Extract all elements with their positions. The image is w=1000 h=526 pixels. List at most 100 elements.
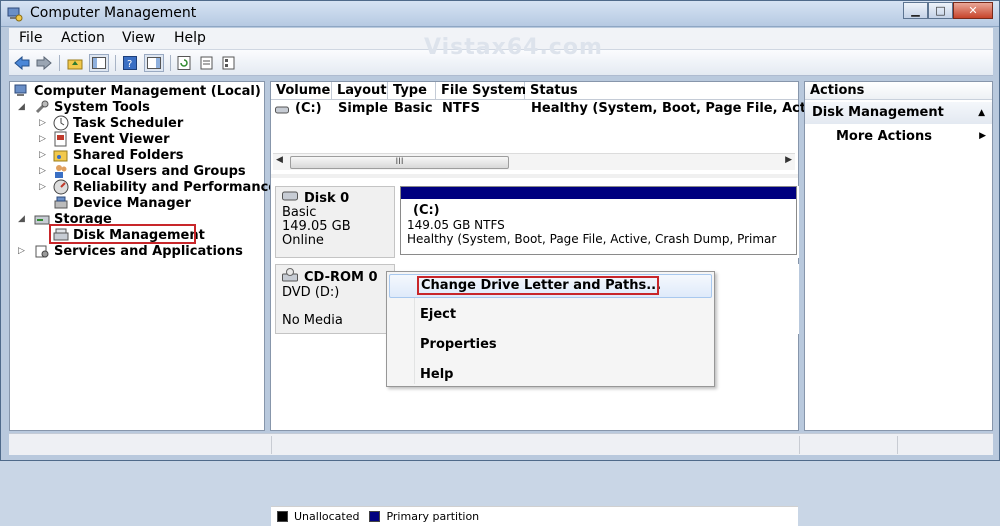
menu-item-properties[interactable]: Properties [389,333,712,357]
services-icon [34,243,50,259]
computer-management-icon [14,83,30,99]
tree-node-root[interactable]: Computer Management (Local) [14,83,261,99]
export-list-icon[interactable] [220,54,238,72]
file-system-cell: NTFS [442,101,480,116]
menu-file[interactable]: File [19,30,42,46]
tree-node-task-scheduler[interactable]: Task Scheduler [53,115,183,131]
cdrom-0-name: CD-ROM 0 [304,269,378,285]
column-header-type[interactable]: Type [388,82,436,100]
status-divider [799,436,800,454]
cdrom-0-drive: DVD (D:) [282,285,340,300]
legend-primary: Primary partition [386,510,480,523]
more-actions-item[interactable]: More Actions [836,129,932,144]
event-viewer-icon [53,131,69,147]
toolbar-separator [59,55,60,71]
tree-node-reliability[interactable]: Reliability and Performance [53,179,277,195]
tools-icon [34,99,50,115]
tree-node-system-tools[interactable]: System Tools [34,99,150,115]
menu-view[interactable]: View [122,30,155,46]
clock-icon [53,115,69,131]
disk-0-name: Disk 0 [304,190,350,206]
close-button[interactable]: ✕ [953,2,993,19]
selection-highlight-box [49,224,196,244]
menu-item-help[interactable]: Help [389,363,712,387]
submenu-arrow-icon[interactable]: ▶ [979,131,986,141]
actions-section-disk-management[interactable]: Disk Management ▲ [805,102,992,124]
back-arrow-icon[interactable] [13,54,31,72]
menu-help[interactable]: Help [174,30,206,46]
partition-c[interactable]: (C:) 149.05 GB NTFS Healthy (System, Boo… [400,186,797,255]
collapse-up-icon[interactable]: ▲ [978,102,985,124]
menu-action[interactable]: Action [61,30,105,46]
users-icon [53,163,69,179]
legend: Unallocated Primary partition [271,506,798,526]
partition-label: (C:) [413,203,440,218]
watermark: Vistax64.com [424,35,603,60]
minimize-button[interactable]: ▁ [903,2,928,19]
actions-pane: Actions Disk Management ▲ More Actions ▶ [804,81,993,431]
column-header-layout[interactable]: Layout [332,82,388,100]
storage-icon [34,211,50,227]
legend-swatch-unallocated [277,511,288,522]
forward-arrow-icon[interactable] [35,54,53,72]
tree-node-event-viewer[interactable]: Event Viewer [53,131,170,147]
window-title: Computer Management [30,5,197,21]
column-header-file-system[interactable]: File System [436,82,526,100]
actions-header: Actions [805,82,992,100]
disk-0-row: Disk 0 Basic 149.05 GB Online (C:) 149.0… [275,186,799,258]
disk-0-kind: Basic [282,205,317,220]
scroll-thumb[interactable]: III [290,156,509,169]
layout-cell: Simple [338,101,388,116]
properties-icon[interactable] [198,54,216,72]
scroll-left-icon[interactable]: ◀ [276,155,283,165]
primary-partition-bar [401,187,796,199]
legend-unallocated: Unallocated [294,510,360,523]
volume-cell[interactable]: (C:) [295,101,322,116]
computer-management-icon [7,6,23,22]
collapse-triangle-icon[interactable]: ◢ [18,102,25,112]
disk-0-info[interactable]: Disk 0 Basic 149.05 GB Online [275,186,395,258]
show-hide-tree-icon[interactable] [89,54,109,72]
collapse-triangle-icon[interactable]: ◢ [18,214,25,224]
up-folder-icon[interactable] [66,54,84,72]
reliability-icon [53,179,69,195]
console-tree: Computer Management (Local) ◢ System Too… [9,81,277,431]
tree-node-local-users[interactable]: Local Users and Groups [53,163,246,179]
status-divider [271,436,272,454]
refresh-icon[interactable] [175,54,193,72]
tree-node-device-manager[interactable]: Device Manager [53,195,191,211]
title-bar[interactable]: Computer Management ▁ □ ✕ [1,1,999,27]
type-cell: Basic [394,101,433,116]
expand-triangle-icon[interactable]: ▷ [18,246,25,256]
menu-item-eject[interactable]: Eject [389,303,712,327]
shared-folder-icon [53,147,69,163]
status-divider [897,436,898,454]
column-header-volume[interactable]: Volume [271,82,332,100]
expand-triangle-icon[interactable]: ▷ [39,166,46,176]
tree-node-services[interactable]: Services and Applications [34,243,243,259]
disk-0-state: Online [282,233,324,248]
expand-triangle-icon[interactable]: ▷ [39,182,46,192]
cdrom-0-info[interactable]: CD-ROM 0 DVD (D:) No Media [275,264,395,334]
expand-triangle-icon[interactable]: ▷ [39,118,46,128]
horizontal-scrollbar[interactable]: ◀ III ▶ [273,153,795,170]
help-icon[interactable]: ? [121,54,139,72]
status-cell: Healthy (System, Boot, Page File, Active [531,101,828,116]
volume-list: Volume Layout Type File System Status (C… [271,82,828,174]
show-action-pane-icon[interactable] [144,54,164,72]
hard-disk-icon [282,190,298,206]
status-bar [9,433,993,455]
column-header-status[interactable]: Status [525,82,798,100]
tree-node-shared-folders[interactable]: Shared Folders [53,147,183,163]
maximize-button[interactable]: □ [928,2,953,19]
computer-management-window: Computer Management ▁ □ ✕ File Action Vi… [0,0,1000,526]
scroll-right-icon[interactable]: ▶ [785,155,792,165]
expand-triangle-icon[interactable]: ▷ [39,150,46,160]
cd-drive-icon [282,268,298,286]
legend-swatch-primary [369,511,381,522]
expand-triangle-icon[interactable]: ▷ [39,134,46,144]
toolbar-separator [115,55,116,71]
disk-0-size: 149.05 GB [282,219,351,234]
svg-text:?: ? [127,59,132,70]
partition-status: Healthy (System, Boot, Page File, Active… [407,232,777,246]
